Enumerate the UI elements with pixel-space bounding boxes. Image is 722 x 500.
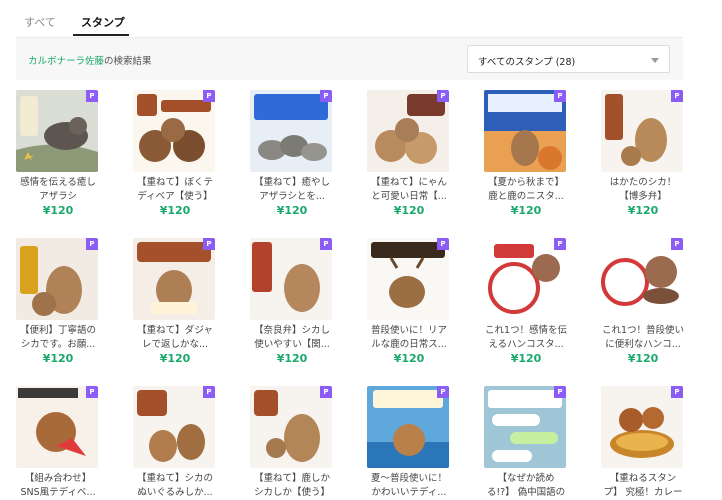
stamp-card[interactable]: P 普段使いに！リア ルな鹿の日常ス... ¥120 — [367, 234, 451, 374]
tab-all[interactable]: すべて — [24, 14, 56, 30]
stamp-title[interactable]: 【奈良弁】シカし 使いやすい【関... — [250, 324, 334, 352]
stamp-title[interactable]: 【夏から秋まで】 鹿と鹿のニスタ... — [484, 176, 568, 204]
premium-badge: P — [437, 386, 449, 398]
deer-icon[interactable]: P — [367, 238, 449, 320]
stamp-price: ¥120 — [42, 352, 74, 365]
premium-badge: P — [320, 386, 332, 398]
stamp-title[interactable]: 夏〜普段使いに！ かわいいテディ... — [367, 472, 451, 500]
stamp-price: ¥120 — [510, 204, 542, 217]
deer-icon[interactable]: P — [16, 238, 98, 320]
search-keyword-link[interactable]: カルボナーラ佐藤 — [28, 56, 104, 67]
teddy-bear-icon[interactable]: P — [367, 386, 449, 468]
stamp-price: ¥120 — [42, 204, 74, 217]
search-result-caption: カルボナーラ佐藤の検索結果 — [28, 53, 152, 67]
stamp-title[interactable]: 【便利】丁寧語の シカです。お願... — [16, 324, 100, 352]
stamp-title[interactable]: これ1つ！普段使い に便利なハンコ... — [601, 324, 685, 352]
stamp-price: ¥120 — [276, 204, 308, 217]
stamp-card[interactable]: P はかたのシカ！ 【博多弁】 ¥120 — [601, 86, 685, 226]
stamp-title[interactable]: これ1つ！感情を伝 えるハンコスタ... — [484, 324, 568, 352]
deer-icon[interactable]: P — [250, 238, 332, 320]
stamp-filter-select[interactable]: すべてのスタンプ (28) — [467, 45, 670, 73]
seal-icon[interactable]: P — [16, 90, 98, 172]
premium-badge: P — [671, 386, 683, 398]
deer-icon[interactable]: P — [133, 238, 215, 320]
stamp-card[interactable]: P 【重ねて】癒やし アザラシとを... ¥120 — [250, 86, 334, 226]
kitten-icon[interactable]: P — [367, 90, 449, 172]
deer-icon[interactable]: P — [484, 90, 566, 172]
stamp-price: ¥120 — [393, 204, 425, 217]
deer-icon[interactable]: P — [601, 90, 683, 172]
stamp-card[interactable]: P 【重ねて】ぼくテ ディベア【使う】 ¥120 — [133, 86, 217, 226]
premium-badge: P — [203, 238, 215, 250]
premium-badge: P — [86, 238, 98, 250]
stamp-title[interactable]: はかたのシカ！ 【博多弁】 — [601, 176, 685, 204]
stamp-card[interactable]: P 【重ねて】にゃん と可愛い日常【... ¥120 — [367, 86, 451, 226]
premium-badge: P — [86, 386, 98, 398]
premium-badge: P — [671, 90, 683, 102]
stamp-card[interactable]: P 【便利】丁寧語の シカです。お願... ¥120 — [16, 234, 100, 374]
stamp-card[interactable]: P【重ねるスタンプ】 究極！カレー道2！¥120 — [601, 382, 685, 500]
stamp-price: ¥120 — [627, 352, 659, 365]
stamp-title[interactable]: 感情を伝える癒し アザラシ — [16, 176, 100, 204]
stamp-price: ¥120 — [159, 352, 191, 365]
deer-plush-icon[interactable]: P — [133, 386, 215, 468]
premium-badge: P — [320, 90, 332, 102]
chevron-down-icon — [651, 58, 659, 63]
stamp-card[interactable]: P これ1つ！普段使い に便利なハンコ... ¥120 — [601, 234, 685, 374]
premium-badge: P — [437, 90, 449, 102]
stamp-price: ¥120 — [510, 352, 542, 365]
curry-icon[interactable]: P — [601, 386, 683, 468]
stamp-price: ¥120 — [627, 204, 659, 217]
premium-badge: P — [554, 386, 566, 398]
premium-badge: P — [203, 90, 215, 102]
premium-badge: P — [320, 238, 332, 250]
premium-badge: P — [554, 238, 566, 250]
chat-icon[interactable]: P — [484, 386, 566, 468]
stamp-card[interactable]: P これ1つ！感情を伝 えるハンコスタ... ¥120 — [484, 234, 568, 374]
stamp-price: ¥120 — [159, 204, 191, 217]
search-result-bar: カルボナーラ佐藤の検索結果 すべてのスタンプ (28) — [16, 37, 683, 80]
seal-group-icon[interactable]: P — [250, 90, 332, 172]
stamp-card[interactable]: P【重ねて】シカの ぬいぐるみしか...¥120 — [133, 382, 217, 500]
stamp-title[interactable]: 普段使いに！リア ルな鹿の日常ス... — [367, 324, 451, 352]
stamp-title[interactable]: 【重ねて】ダジャ レで返しかな... — [133, 324, 217, 352]
stamp-title[interactable]: 【重ねて】鹿しか シカしか【使う】 — [250, 472, 334, 500]
stamp-title[interactable]: 【重ねるスタンプ】 究極！カレー道2！ — [601, 472, 685, 500]
stamp-icon[interactable]: P — [601, 238, 683, 320]
stamp-filter-value: すべてのスタンプ (28) — [478, 57, 576, 68]
deer-icon[interactable]: P — [250, 386, 332, 468]
stamp-icon[interactable]: P — [484, 238, 566, 320]
stamp-card[interactable]: P【重ねて】鹿しか シカしか【使う】¥120 — [250, 382, 334, 500]
stamp-card[interactable]: P 感情を伝える癒し アザラシ ¥120 — [16, 86, 100, 226]
tab-bar: すべて スタンプ — [0, 0, 722, 37]
stamp-title[interactable]: 【重ねて】ぼくテ ディベア【使う】 — [133, 176, 217, 204]
search-result-suffix: の検索結果 — [104, 56, 152, 67]
stamp-card[interactable]: P 【夏から秋まで】 鹿と鹿のニスタ... ¥120 — [484, 86, 568, 226]
premium-badge: P — [437, 238, 449, 250]
premium-badge: P — [671, 238, 683, 250]
premium-badge: P — [86, 90, 98, 102]
active-tab-indicator — [73, 34, 129, 36]
stamp-title[interactable]: 【重ねて】癒やし アザラシとを... — [250, 176, 334, 204]
stamp-price: ¥120 — [393, 352, 425, 365]
stamp-card[interactable]: P【なぜか読める!?】 偽中国語の日常...¥120 — [484, 382, 568, 500]
stamp-price: ¥120 — [276, 352, 308, 365]
premium-badge: P — [203, 386, 215, 398]
premium-badge: P — [554, 90, 566, 102]
stamp-card[interactable]: P夏〜普段使いに！ かわいいテディ...¥120 — [367, 382, 451, 500]
stamp-card[interactable]: P【組み合わせ】 SNS風テディベ...¥120 — [16, 382, 100, 500]
stamp-card[interactable]: P 【奈良弁】シカし 使いやすい【関... ¥120 — [250, 234, 334, 374]
stamp-title[interactable]: 【組み合わせ】 SNS風テディベ... — [16, 472, 100, 500]
teddy-bear-icon[interactable]: P — [16, 386, 98, 468]
stamp-card[interactable]: P 【重ねて】ダジャ レで返しかな... ¥120 — [133, 234, 217, 374]
stamp-title[interactable]: 【重ねて】にゃん と可愛い日常【... — [367, 176, 451, 204]
stamp-title[interactable]: 【なぜか読める!?】 偽中国語の日常... — [484, 472, 568, 500]
tab-stamps[interactable]: スタンプ — [81, 14, 125, 30]
teddy-bear-icon[interactable]: P — [133, 90, 215, 172]
stamp-title[interactable]: 【重ねて】シカの ぬいぐるみしか... — [133, 472, 217, 500]
